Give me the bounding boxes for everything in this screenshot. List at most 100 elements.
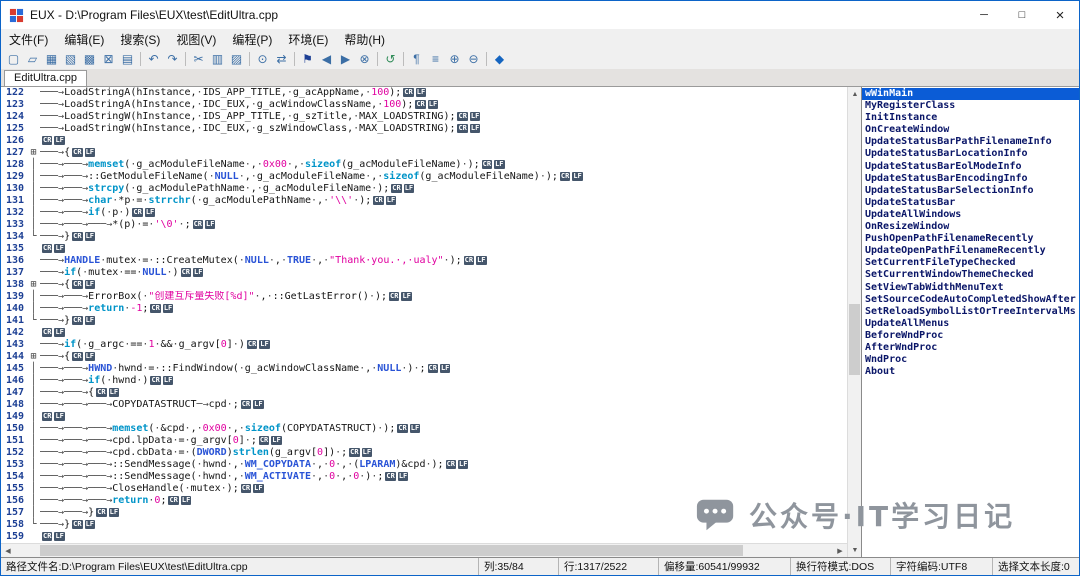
code-line[interactable]: 141└───→}CRLF bbox=[1, 315, 847, 327]
toggle-whitespace-button[interactable]: ¶ bbox=[407, 50, 426, 68]
function-list-item[interactable]: InitInstance bbox=[862, 112, 1079, 124]
code-line[interactable]: 139│───→───→ErrorBox(·"创建互斥量失败[%d]"·,·::… bbox=[1, 291, 847, 303]
code-line[interactable]: 144⊞───→{CRLF bbox=[1, 351, 847, 363]
zoom-out-button[interactable]: ⊖ bbox=[464, 50, 483, 68]
code-line[interactable]: 146│───→───→if(·hwnd·)CRLF bbox=[1, 375, 847, 387]
code-line[interactable]: 131│───→───→char·*p·=·strrchr(·g_acModul… bbox=[1, 195, 847, 207]
symbol-list-button[interactable]: ≡ bbox=[426, 50, 445, 68]
scroll-right-button[interactable]: ▶ bbox=[833, 544, 847, 558]
scroll-left-button[interactable]: ◀ bbox=[1, 544, 15, 558]
function-list-item[interactable]: UpdateStatusBarLocationInfo bbox=[862, 148, 1079, 160]
function-list-item[interactable]: UpdateStatusBarSelectionInfo bbox=[862, 185, 1079, 197]
new-file-button[interactable]: ▢ bbox=[4, 50, 23, 68]
code-line[interactable]: 145│───→───→HWND·hwnd·=·::FindWindow(·g_… bbox=[1, 363, 847, 375]
function-list-item[interactable]: UpdateAllWindows bbox=[862, 209, 1079, 221]
function-list-item[interactable]: OnResizeWindow bbox=[862, 221, 1079, 233]
open-file-button[interactable]: ▱ bbox=[23, 50, 42, 68]
menu-item-7[interactable]: 帮助(H) bbox=[336, 29, 393, 49]
code-line[interactable]: 143───→if(·g_argc·==·1·&&·g_argv[0]·)CRL… bbox=[1, 339, 847, 351]
function-list-item[interactable]: BeforeWndProc bbox=[862, 330, 1079, 342]
fold-box-marker[interactable]: ⊞ bbox=[27, 351, 40, 363]
save-as-button[interactable]: ▧ bbox=[61, 50, 80, 68]
copy-button[interactable]: ▥ bbox=[208, 50, 227, 68]
menu-item-2[interactable]: 编辑(E) bbox=[56, 29, 112, 49]
code-line[interactable]: 155│───→───→───→CloseHandle(·mutex·);CRL… bbox=[1, 483, 847, 495]
code-line[interactable]: 149│CRLF bbox=[1, 411, 847, 423]
function-list-item[interactable]: OnCreateWindow bbox=[862, 124, 1079, 136]
code-line[interactable]: 153│───→───→───→::SendMessage(·hwnd·,·WM… bbox=[1, 459, 847, 471]
menu-item-4[interactable]: 视图(V) bbox=[168, 29, 224, 49]
function-list-item[interactable]: SetCurrentFileTypeChecked bbox=[862, 257, 1079, 269]
function-list-item[interactable]: WndProc bbox=[862, 354, 1079, 366]
menu-item-3[interactable]: 搜索(S) bbox=[112, 29, 168, 49]
code-line[interactable]: 129│───→───→::GetModuleFileName(·NULL·,·… bbox=[1, 171, 847, 183]
fold-box-marker[interactable]: ⊞ bbox=[27, 279, 40, 291]
function-list-item[interactable]: UpdateStatusBarEncodingInfo bbox=[862, 173, 1079, 185]
code-line[interactable]: 159CRLF bbox=[1, 531, 847, 543]
function-list-item[interactable]: AfterWndProc bbox=[862, 342, 1079, 354]
code-line[interactable]: 151│───→───→───→cpd.lpData·=·g_argv[0]·;… bbox=[1, 435, 847, 447]
code-line[interactable]: 133│───→───→───→*(p)·=·'\0'·;CRLF bbox=[1, 219, 847, 231]
function-list-item[interactable]: UpdateStatusBar bbox=[862, 197, 1079, 209]
code-line[interactable]: 125───→LoadStringW(hInstance,·IDC_EUX,·g… bbox=[1, 123, 847, 135]
function-list-item[interactable]: UpdateStatusBarEolModeInfo bbox=[862, 161, 1079, 173]
code-line[interactable]: 126CRLF bbox=[1, 135, 847, 147]
code-line[interactable]: 150│───→───→───→memset(·&cpd·,·0x00·,·si… bbox=[1, 423, 847, 435]
cut-button[interactable]: ✂ bbox=[189, 50, 208, 68]
toggle-bookmark-button[interactable]: ⚑ bbox=[298, 50, 317, 68]
code-line[interactable]: 138⊞───→{CRLF bbox=[1, 279, 847, 291]
function-list-item[interactable]: SetReloadSymbolListOrTreeIntervalMs bbox=[862, 306, 1079, 318]
function-list-item[interactable]: UpdateOpenPathFilenameRecently bbox=[862, 245, 1079, 257]
code-line[interactable]: 128│───→───→memset(·g_acModuleFileName·,… bbox=[1, 159, 847, 171]
function-list-item[interactable]: UpdateAllMenus bbox=[862, 318, 1079, 330]
code-area[interactable]: 122───→LoadStringA(hInstance,·IDS_APP_TI… bbox=[1, 87, 847, 543]
code-line[interactable]: 154│───→───→───→::SendMessage(·hwnd·,·WM… bbox=[1, 471, 847, 483]
function-list-item[interactable]: SetSourceCodeAutoCompletedShowAfter bbox=[862, 294, 1079, 306]
code-line[interactable]: 148│───→───→───→COPYDATASTRUCT─→cpd·;CRL… bbox=[1, 399, 847, 411]
code-line[interactable]: 135CRLF bbox=[1, 243, 847, 255]
compare-button[interactable]: ◆ bbox=[490, 50, 509, 68]
menu-item-6[interactable]: 环境(E) bbox=[280, 29, 336, 49]
refresh-button[interactable]: ↺ bbox=[381, 50, 400, 68]
code-line[interactable]: 157│───→───→}CRLF bbox=[1, 507, 847, 519]
next-bookmark-button[interactable]: ▶ bbox=[336, 50, 355, 68]
print-button[interactable]: ▤ bbox=[118, 50, 137, 68]
prev-bookmark-button[interactable]: ◀ bbox=[317, 50, 336, 68]
function-list-item[interactable]: MyRegisterClass bbox=[862, 100, 1079, 112]
scroll-down-button[interactable]: ▼ bbox=[848, 543, 862, 557]
code-line[interactable]: 156│───→───→───→return·0;CRLF bbox=[1, 495, 847, 507]
paste-button[interactable]: ▨ bbox=[227, 50, 246, 68]
menu-item-1[interactable]: 文件(F) bbox=[1, 29, 56, 49]
code-line[interactable]: 136───→HANDLE·mutex·=·::CreateMutex(·NUL… bbox=[1, 255, 847, 267]
close-file-button[interactable]: ⊠ bbox=[99, 50, 118, 68]
code-line[interactable]: 134└───→}CRLF bbox=[1, 231, 847, 243]
undo-button[interactable]: ↶ bbox=[144, 50, 163, 68]
function-list-item[interactable]: About bbox=[862, 366, 1079, 378]
fold-box-marker[interactable]: ⊞ bbox=[27, 147, 40, 159]
code-line[interactable]: 123───→LoadStringA(hInstance,·IDC_EUX,·g… bbox=[1, 99, 847, 111]
replace-button[interactable]: ⇄ bbox=[272, 50, 291, 68]
menu-item-5[interactable]: 编程(P) bbox=[224, 29, 280, 49]
redo-button[interactable]: ↷ bbox=[163, 50, 182, 68]
code-line[interactable]: 140│───→───→return·-1;CRLF bbox=[1, 303, 847, 315]
code-line[interactable]: 137───→if(·mutex·==·NULL·)CRLF bbox=[1, 267, 847, 279]
find-button[interactable]: ⊙ bbox=[253, 50, 272, 68]
horizontal-scroll-thumb[interactable] bbox=[40, 545, 743, 556]
save-all-button[interactable]: ▩ bbox=[80, 50, 99, 68]
function-list-item[interactable]: SetCurrentWindowThemeChecked bbox=[862, 269, 1079, 281]
minimize-button[interactable]: ─ bbox=[965, 1, 1003, 29]
tab-editultra-cpp[interactable]: EditUltra.cpp bbox=[4, 70, 87, 86]
save-file-button[interactable]: ▦ bbox=[42, 50, 61, 68]
function-list-item[interactable]: wWinMain bbox=[862, 88, 1079, 100]
code-line[interactable]: 152│───→───→───→cpd.cbData·=·(DWORD)strl… bbox=[1, 447, 847, 459]
function-list-item[interactable]: SetViewTabWidthMenuText bbox=[862, 282, 1079, 294]
vertical-scroll-thumb[interactable] bbox=[849, 304, 860, 375]
code-line[interactable]: 130│───→───→strcpy(·g_acModulePathName·,… bbox=[1, 183, 847, 195]
code-line[interactable]: 147│───→───→{CRLF bbox=[1, 387, 847, 399]
scroll-up-button[interactable]: ▲ bbox=[848, 87, 862, 101]
function-list-item[interactable]: PushOpenPathFilenameRecently bbox=[862, 233, 1079, 245]
code-line[interactable]: 158└───→}CRLF bbox=[1, 519, 847, 531]
zoom-in-button[interactable]: ⊕ bbox=[445, 50, 464, 68]
code-line[interactable]: 124───→LoadStringW(hInstance,·IDS_APP_TI… bbox=[1, 111, 847, 123]
function-list-item[interactable]: UpdateStatusBarPathFilenameInfo bbox=[862, 136, 1079, 148]
